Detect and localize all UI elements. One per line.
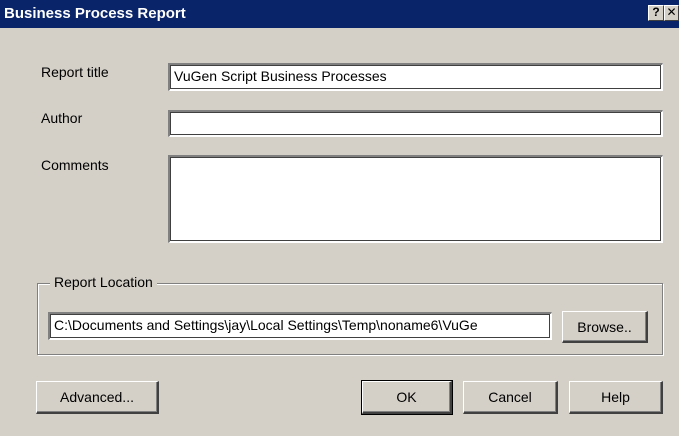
report-location-label: Report Location [50, 274, 157, 290]
comments-label: Comments [41, 157, 109, 173]
report-title-label: Report title [41, 64, 109, 80]
author-label: Author [41, 110, 83, 126]
author-input[interactable] [168, 110, 663, 137]
comments-textarea[interactable] [168, 155, 663, 243]
report-title-input[interactable]: VuGen Script Business Processes [168, 63, 663, 91]
help-icon[interactable]: ? [648, 5, 664, 21]
cancel-button[interactable]: Cancel [463, 381, 558, 414]
help-button[interactable]: Help [569, 381, 663, 414]
advanced-button[interactable]: Advanced... [36, 381, 159, 414]
report-location-path-input[interactable]: C:\Documents and Settings\jay\Local Sett… [48, 312, 552, 340]
ok-button[interactable]: OK [361, 380, 453, 415]
browse-button[interactable]: Browse.. [562, 311, 648, 343]
window-title: Business Process Report [4, 5, 186, 22]
close-icon[interactable]: ✕ [664, 5, 679, 21]
title-bar: Business Process Report ? ✕ [0, 0, 679, 28]
